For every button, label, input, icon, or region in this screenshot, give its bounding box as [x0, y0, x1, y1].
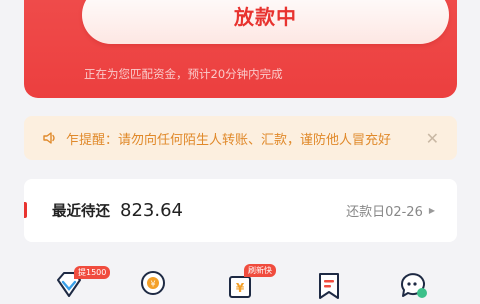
caret-right-icon: ▶	[428, 206, 435, 215]
loan-status-button[interactable]: 放款中	[82, 0, 449, 44]
speaker-icon	[42, 130, 58, 146]
close-icon[interactable]: ✕	[426, 129, 439, 148]
accent-bar	[24, 202, 27, 218]
svg-text:¥: ¥	[236, 281, 245, 295]
chat-icon[interactable]	[398, 268, 428, 300]
diamond-badge: 提1500	[74, 266, 111, 279]
quick-action-row: 提1500 ¥ ¥ 刷新快	[0, 262, 480, 300]
repayment-amount: 823.64	[120, 200, 183, 221]
recent-repayment-card[interactable]: 最近待还 823.64 还款日02-26 ▶	[24, 179, 457, 242]
bookmark-icon[interactable]	[314, 268, 344, 300]
fraud-notice-text: 乍提醒：请勿向任何陌生人转账、汇款，谨防他人冒充好	[66, 132, 392, 148]
loan-status-card: 放款中 正在为您匹配资金，预计20分钟内完成	[24, 0, 457, 98]
bill-badge: 刷新快	[244, 264, 276, 277]
svg-text:¥: ¥	[150, 280, 155, 289]
loan-status-label: 放款中	[234, 4, 297, 29]
fraud-notice-bar[interactable]: 乍提醒：请勿向任何陌生人转账、汇款，谨防他人冒充好 ✕	[24, 116, 457, 160]
coin-badge-icon[interactable]: ¥	[138, 268, 168, 300]
repayment-due-link[interactable]: 还款日02-26 ▶	[346, 179, 435, 242]
repayment-label: 最近待还	[52, 204, 110, 220]
loan-status-subtitle: 正在为您匹配资金，预计20分钟内完成	[84, 67, 283, 81]
repayment-due-date: 还款日02-26	[346, 205, 423, 220]
